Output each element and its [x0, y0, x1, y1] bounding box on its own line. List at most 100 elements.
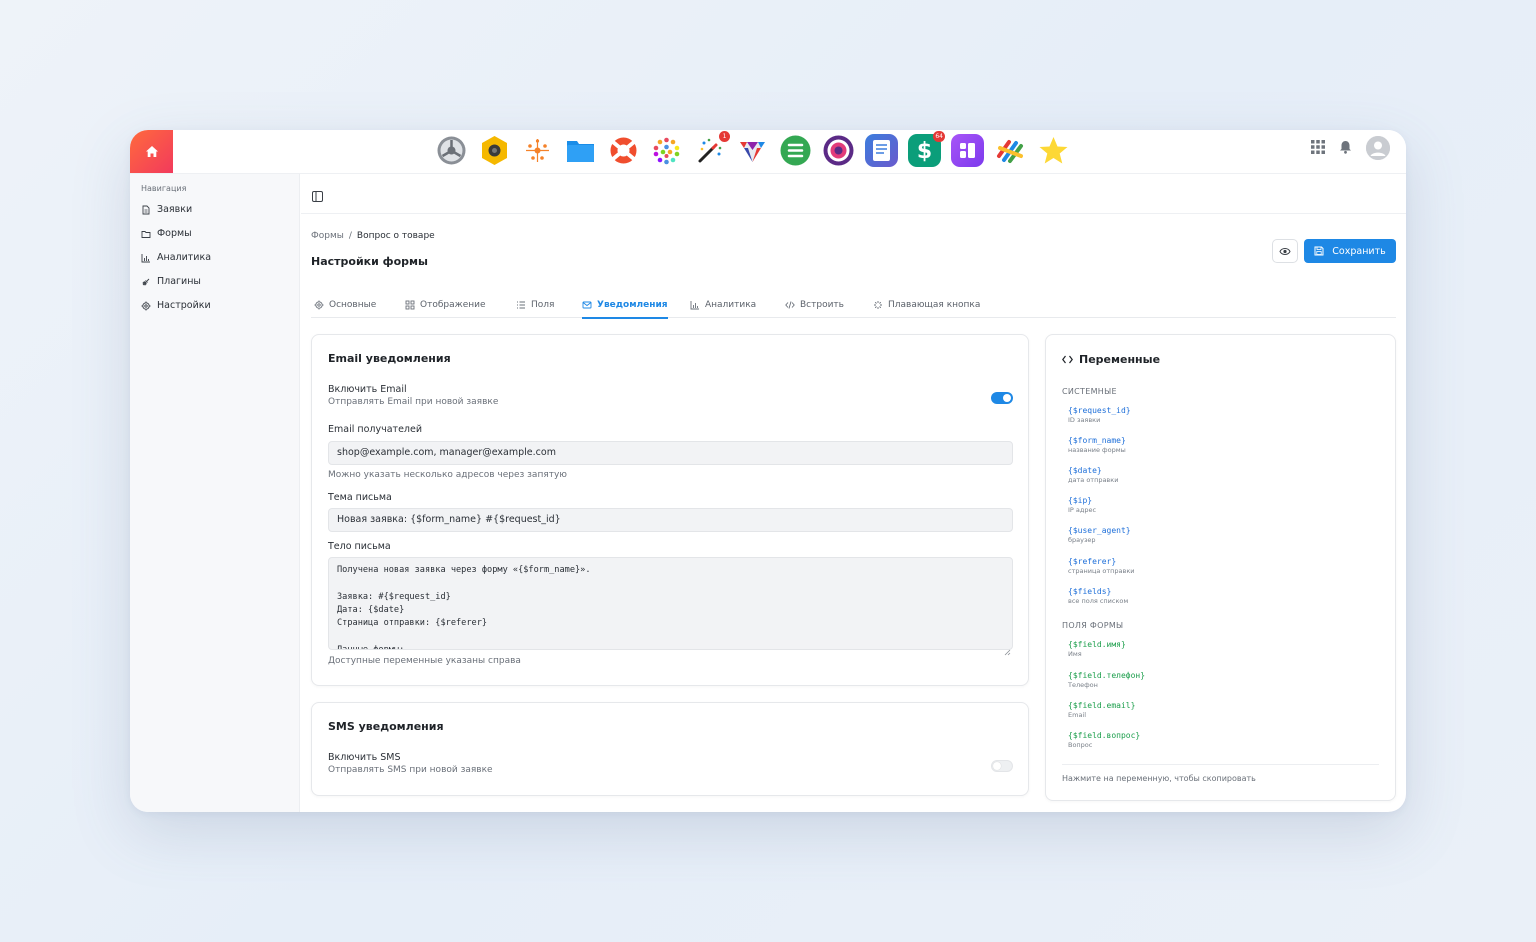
var-desc: Телефон: [1068, 681, 1098, 689]
tab-label: Встроить: [800, 300, 844, 310]
tab-embed[interactable]: Встроить: [785, 294, 844, 316]
widgets-icon[interactable]: [951, 134, 984, 167]
app-window: 1 $ 64 Навигация Заявки Формы Аналитика …: [130, 130, 1406, 812]
code-icon: [1062, 355, 1073, 364]
sms-toggle[interactable]: [991, 760, 1013, 772]
breadcrumb: Формы / Вопрос о товаре: [311, 231, 435, 241]
var-code: {$user_agent}: [1068, 526, 1131, 535]
tab-label: Основные: [329, 300, 377, 310]
apps-grid-icon[interactable]: [1311, 139, 1325, 158]
tab-label: Отображение: [420, 300, 486, 310]
main-content: Формы / Вопрос о товаре Настройки формы …: [301, 174, 1406, 812]
var-form-name[interactable]: {$form_name} название формы: [1068, 436, 1126, 454]
bell-icon[interactable]: [1339, 139, 1352, 158]
var-referer[interactable]: {$referer} страница отправки: [1068, 557, 1135, 575]
resize-handle-icon[interactable]: [1004, 641, 1011, 660]
body-textarea[interactable]: Получена новая заявка через форму «{$for…: [328, 557, 1013, 650]
content-toolbar: [301, 174, 1406, 214]
gear-icon[interactable]: [435, 134, 468, 167]
recipients-label: Email получателей: [328, 424, 422, 435]
document-icon[interactable]: [865, 134, 898, 167]
breadcrumb-current: Вопрос о товаре: [356, 231, 435, 241]
var-user-agent[interactable]: {$user_agent} браузер: [1068, 526, 1131, 544]
sidebar-item-label: Плагины: [157, 276, 201, 287]
star-icon[interactable]: [1037, 134, 1070, 167]
dollar-icon[interactable]: $ 64: [908, 131, 945, 167]
var-code: {$referer}: [1068, 557, 1117, 566]
divider: [1062, 764, 1379, 765]
camera-hex-icon[interactable]: [478, 134, 511, 167]
save-icon: [1314, 246, 1324, 256]
var-date[interactable]: {$date} дата отправки: [1068, 466, 1118, 484]
magic-wand-icon[interactable]: 1: [693, 131, 730, 167]
var-field-name[interactable]: {$field.имя} Имя: [1068, 640, 1126, 658]
tab-floating-button[interactable]: Плавающая кнопка: [873, 294, 980, 316]
save-label: Сохранить: [1332, 245, 1386, 257]
sms-card-title: SMS уведомления: [328, 720, 444, 733]
folder-icon[interactable]: [564, 134, 597, 167]
form-fields-heading: ПОЛЯ ФОРМЫ: [1062, 621, 1124, 630]
var-field-email[interactable]: {$field.email} Email: [1068, 701, 1135, 719]
var-code: {$field.телефон}: [1068, 671, 1146, 680]
var-code: {$field.имя}: [1068, 640, 1126, 649]
target-icon[interactable]: [822, 134, 855, 167]
subject-field[interactable]: Новая заявка: {$form_name} #{$request_id…: [328, 508, 1013, 532]
var-code: {$ip}: [1068, 496, 1093, 505]
preview-button[interactable]: [1272, 239, 1298, 263]
avatar[interactable]: [1366, 136, 1390, 160]
gem-icon[interactable]: [736, 134, 769, 167]
sidebar-item-analytics[interactable]: Аналитика: [141, 252, 211, 263]
var-code: {$date}: [1068, 466, 1102, 475]
tab-fields[interactable]: Поля: [516, 294, 554, 316]
sidebar-item-settings[interactable]: Настройки: [141, 300, 211, 311]
settings-tabs: Основные Отображение Поля Уведомления Ан…: [311, 290, 1396, 319]
var-desc: Имя: [1068, 650, 1082, 658]
app-badge: 64: [933, 131, 945, 142]
stripes-icon[interactable]: [994, 134, 1027, 167]
email-card-title: Email уведомления: [328, 352, 451, 365]
app-dock: 1 $ 64: [435, 131, 1070, 170]
tab-label: Аналитика: [705, 300, 757, 310]
email-enable-label: Включить Email: [328, 384, 407, 395]
chart-icon: [690, 301, 699, 310]
chart-icon: [141, 253, 150, 262]
code-icon: [785, 301, 795, 309]
top-right-actions: [1311, 136, 1390, 160]
lifebuoy-icon[interactable]: [607, 134, 640, 167]
plug-icon: [142, 278, 150, 286]
app-badge: 1: [719, 131, 730, 142]
var-field-phone[interactable]: {$field.телефон} Телефон: [1068, 671, 1145, 689]
var-ip[interactable]: {$ip} IP адрес: [1068, 496, 1096, 514]
var-field-question[interactable]: {$field.вопрос} Вопрос: [1068, 731, 1140, 749]
breadcrumb-root[interactable]: Формы: [311, 231, 344, 241]
list-icon[interactable]: [779, 134, 812, 167]
sidebar-toggle-icon[interactable]: [312, 187, 323, 206]
gear-icon: [314, 300, 324, 310]
tab-label: Поля: [531, 300, 555, 310]
sidebar-item-requests[interactable]: Заявки: [141, 204, 192, 215]
var-desc: Вопрос: [1068, 741, 1093, 749]
sms-enable-label: Включить SMS: [328, 752, 401, 763]
folder-icon: [141, 230, 151, 238]
sidebar-item-forms[interactable]: Формы: [141, 228, 192, 239]
tab-notifications[interactable]: Уведомления: [582, 294, 668, 319]
tab-display[interactable]: Отображение: [405, 294, 486, 316]
svg-text:$: $: [917, 139, 932, 164]
tab-label: Плавающая кнопка: [888, 300, 981, 310]
tab-analytics[interactable]: Аналитика: [690, 294, 756, 316]
sidebar-item-plugins[interactable]: Плагины: [141, 276, 201, 287]
color-dots-icon[interactable]: [650, 134, 683, 167]
page-title: Настройки формы: [311, 255, 428, 268]
var-code: {$field.вопрос}: [1068, 731, 1141, 740]
recipients-field[interactable]: shop@example.com, manager@example.com: [328, 441, 1013, 465]
tab-general[interactable]: Основные: [314, 294, 376, 316]
home-button[interactable]: [130, 130, 173, 173]
sparkles-icon[interactable]: [521, 134, 554, 167]
save-button[interactable]: Сохранить: [1304, 239, 1396, 263]
var-request-id[interactable]: {$request_id} ID заявки: [1068, 406, 1131, 424]
email-toggle[interactable]: [991, 392, 1013, 404]
var-code: {$form_name}: [1068, 436, 1126, 445]
var-desc: IP адрес: [1068, 506, 1097, 514]
body-hint: Доступные переменные указаны справа: [328, 656, 521, 666]
var-fields[interactable]: {$fields} все поля списком: [1068, 587, 1128, 605]
